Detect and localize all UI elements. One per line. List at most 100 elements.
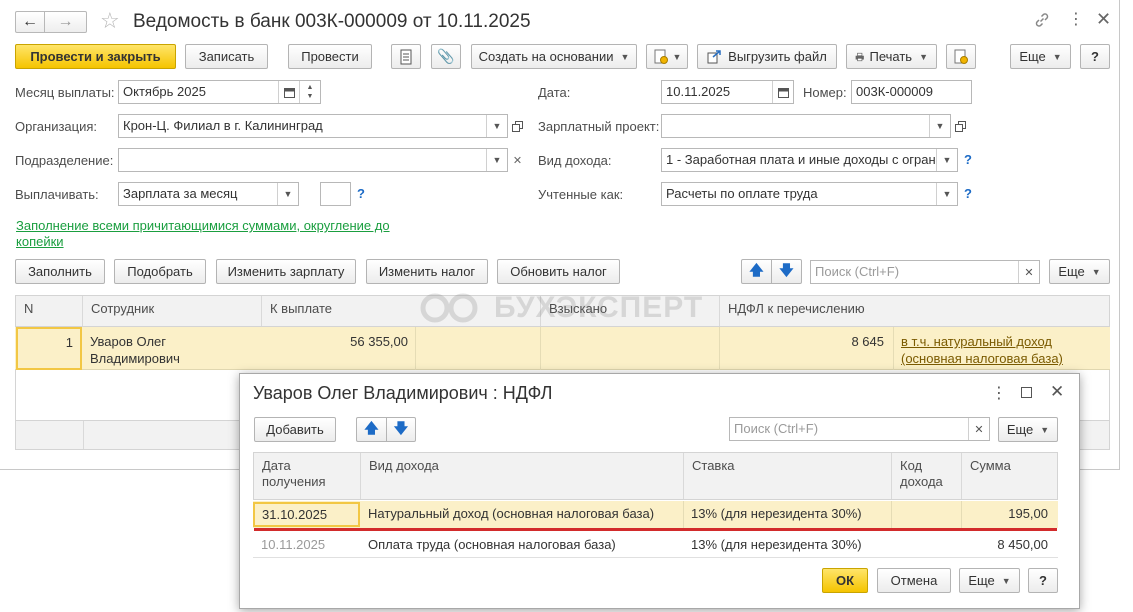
- row-rate-cell[interactable]: 13% (для нерезидента 30%): [683, 505, 870, 527]
- row-date-cell[interactable]: 10.11.2025: [253, 536, 333, 558]
- accounted-field[interactable]: Расчеты по оплате труда ▼: [661, 182, 958, 206]
- help-question-icon[interactable]: ?: [357, 186, 365, 201]
- fill-button[interactable]: Заполнить: [15, 259, 105, 284]
- col-income-code-header[interactable]: Код дохода: [892, 453, 962, 499]
- accounted-dropdown-button[interactable]: ▼: [936, 183, 957, 205]
- row-divider: [683, 501, 684, 528]
- col-n-header[interactable]: N: [16, 296, 83, 326]
- row-ndfl-cell[interactable]: 8 645: [720, 328, 892, 355]
- date-calendar-button[interactable]: [772, 81, 793, 103]
- col-income-type-header[interactable]: Вид дохода: [361, 453, 684, 499]
- favorite-star-icon[interactable]: ☆: [100, 9, 120, 33]
- post-button[interactable]: Провести: [288, 44, 372, 69]
- move-up-button[interactable]: 🡅: [741, 259, 772, 284]
- update-tax-button[interactable]: Обновить налог: [497, 259, 620, 284]
- row-income-type-cell[interactable]: Натуральный доход (основная налоговая ба…: [360, 505, 662, 527]
- dialog-search-input[interactable]: Поиск (Ctrl+F) ✕: [729, 417, 990, 441]
- post-and-close-button[interactable]: Провести и закрыть: [15, 44, 176, 69]
- dialog-move-up-button[interactable]: 🡅: [356, 417, 387, 442]
- col-to-pay-header[interactable]: К выплате: [262, 296, 541, 326]
- more-button[interactable]: Еще ▼: [1010, 44, 1071, 69]
- col-rate-header[interactable]: Ставка: [684, 453, 892, 499]
- calendar-button[interactable]: [278, 81, 299, 103]
- save-button[interactable]: Записать: [185, 44, 268, 69]
- cancel-button[interactable]: Отмена: [877, 568, 951, 593]
- pay-field[interactable]: Зарплата за месяц ▼: [118, 182, 299, 206]
- row-employee-cell[interactable]: Уваров Олег Владимирович: [82, 328, 257, 372]
- month-field[interactable]: Октябрь 2025 ▲ ▼: [118, 80, 321, 104]
- help-question-icon[interactable]: ?: [964, 186, 972, 201]
- row-code-cell[interactable]: [891, 505, 907, 510]
- row-ndfl-note-link[interactable]: в т.ч. натуральный доход (основная налог…: [893, 328, 1093, 372]
- pick-button[interactable]: Подобрать: [114, 259, 206, 284]
- col-sum-header[interactable]: Сумма: [962, 453, 1059, 499]
- link-icon[interactable]: [1034, 12, 1050, 28]
- add-button[interactable]: Добавить: [254, 417, 336, 442]
- chevron-down-icon: ▼: [492, 121, 502, 131]
- move-down-button[interactable]: 🡇: [771, 259, 802, 284]
- dialog-search-clear-button[interactable]: ✕: [968, 418, 989, 440]
- organization-field[interactable]: Крон-Ц. Филиал в г. Калининград ▼: [118, 114, 508, 138]
- month-value: Октябрь 2025: [123, 84, 206, 99]
- search-clear-button[interactable]: ✕: [1018, 261, 1039, 283]
- more-vert-icon[interactable]: ⋮: [991, 383, 1007, 403]
- income-type-field[interactable]: 1 - Заработная плата и иные доходы с огр…: [661, 148, 958, 172]
- table-search-input[interactable]: Поиск (Ctrl+F) ✕: [810, 260, 1040, 284]
- change-salary-button[interactable]: Изменить зарплату: [216, 259, 356, 284]
- income-type-dropdown-button[interactable]: ▼: [936, 149, 957, 171]
- help-button[interactable]: ?: [1080, 44, 1110, 69]
- organization-dropdown-button[interactable]: ▼: [486, 115, 507, 137]
- col-ndfl-header[interactable]: НДФЛ к перечислению: [720, 296, 1111, 326]
- col-date-header[interactable]: Дата получения: [254, 453, 361, 499]
- dialog-help-button[interactable]: ?: [1028, 568, 1058, 593]
- dialog-footer-more-button[interactable]: Еще ▼: [959, 568, 1020, 593]
- close-icon[interactable]: ✕: [1096, 9, 1111, 29]
- row-date-value: 31.10.2025: [262, 507, 328, 522]
- department-clear-button[interactable]: ✕: [507, 149, 528, 171]
- dialog-move-down-button[interactable]: 🡇: [386, 417, 416, 442]
- maximize-icon[interactable]: [1021, 387, 1032, 398]
- month-stepper[interactable]: ▲ ▼: [299, 81, 320, 103]
- row-sum-cell[interactable]: 8 450,00: [961, 536, 1056, 558]
- row-withheld-cell[interactable]: [540, 328, 719, 338]
- related-docs-button[interactable]: ▼: [646, 44, 688, 69]
- print-label: Печать: [869, 49, 913, 64]
- attach-button[interactable]: 📎: [431, 44, 461, 69]
- number-field[interactable]: 003К-000009: [851, 80, 972, 104]
- forward-button[interactable]: →: [45, 11, 87, 33]
- close-icon[interactable]: ✕: [1050, 382, 1064, 402]
- row-sum-cell[interactable]: 195,00: [961, 505, 1056, 527]
- department-field[interactable]: ▼: [118, 148, 508, 172]
- col-withheld-header[interactable]: Взыскано: [541, 296, 720, 326]
- row-rate-cell[interactable]: 13% (для нерезидента 30%): [683, 536, 870, 558]
- salary-project-open-button[interactable]: [950, 115, 971, 137]
- row-to-pay-cell[interactable]: 56 355,00: [261, 328, 416, 355]
- salary-project-field[interactable]: ▼: [661, 114, 951, 138]
- row-n-cell[interactable]: 1: [16, 327, 82, 370]
- fill-settings-link[interactable]: Заполнение всеми причитающимися суммами,…: [16, 218, 401, 250]
- date-field[interactable]: 10.11.2025: [661, 80, 794, 104]
- row-date-cell[interactable]: 31.10.2025: [253, 502, 360, 527]
- row-code-cell[interactable]: [891, 536, 907, 541]
- salary-project-dropdown-button[interactable]: ▼: [929, 115, 950, 137]
- more-vert-icon[interactable]: ⋮: [1068, 11, 1084, 29]
- organization-open-button[interactable]: [507, 115, 528, 137]
- dialog-more-button[interactable]: Еще ▼: [998, 417, 1058, 442]
- pay-extra-field[interactable]: [320, 182, 351, 206]
- row-income-type-cell[interactable]: Оплата труда (основная налоговая база): [360, 536, 624, 558]
- create-on-basis-button[interactable]: Создать на основании ▼: [471, 44, 637, 69]
- change-tax-button[interactable]: Изменить налог: [366, 259, 488, 284]
- help-question-icon[interactable]: ?: [964, 152, 972, 167]
- pay-dropdown-button[interactable]: ▼: [277, 183, 298, 205]
- cancel-label: Отмена: [890, 573, 938, 588]
- print-button[interactable]: Печать ▼: [846, 44, 937, 69]
- table-more-button[interactable]: Еще ▼: [1049, 259, 1110, 284]
- journal-button[interactable]: [391, 44, 421, 69]
- department-dropdown-button[interactable]: ▼: [486, 149, 507, 171]
- ok-button[interactable]: ОК: [822, 568, 868, 593]
- col-employee-header[interactable]: Сотрудник: [83, 296, 262, 326]
- export-file-button[interactable]: Выгрузить файл: [697, 44, 837, 69]
- back-button[interactable]: ←: [15, 11, 45, 33]
- dialog-footer-more-label: Еще: [968, 573, 995, 588]
- report-button[interactable]: [946, 44, 976, 69]
